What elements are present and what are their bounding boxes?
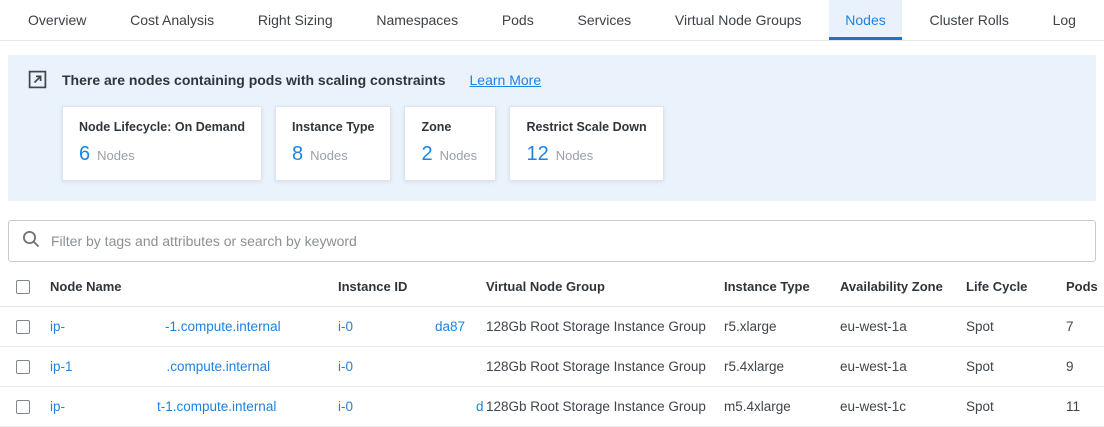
redaction-box [353, 366, 478, 367]
tab-right-sizing[interactable]: Right Sizing [242, 0, 349, 40]
availability-zone-cell: eu-west-1a [840, 319, 966, 334]
life-cycle-cell: Spot [966, 359, 1066, 374]
instance-type-cell: r5.4xlarge [724, 359, 840, 374]
life-cycle-cell: Spot [966, 319, 1066, 334]
card-count: 12 [526, 143, 548, 166]
row-checkbox[interactable] [16, 400, 30, 414]
table-header-row: Node Name Instance ID Virtual Node Group… [0, 267, 1104, 307]
redaction-box [353, 326, 435, 327]
pods-cell: 11 [1066, 399, 1104, 414]
node-name-link[interactable]: ip-1 [50, 359, 73, 374]
banner-message: There are nodes containing pods with sca… [62, 72, 446, 88]
instance-id-link[interactable]: da87 [435, 319, 465, 334]
redaction-box [65, 326, 165, 327]
scaling-constraints-banner: There are nodes containing pods with sca… [8, 55, 1096, 201]
learn-more-link[interactable]: Learn More [470, 72, 542, 88]
header-availability-zone: Availability Zone [840, 279, 966, 294]
node-name-link[interactable]: .compute.internal [167, 359, 271, 374]
instance-id-link[interactable]: i-0 [338, 319, 353, 334]
header-pods: Pods [1066, 279, 1104, 294]
header-node-name: Node Name [50, 279, 338, 294]
instance-type-cell: r5.xlarge [724, 319, 840, 334]
pods-cell: 9 [1066, 359, 1104, 374]
virtual-node-group-cell: 128Gb Root Storage Instance Group [486, 319, 724, 334]
card-unit: Nodes [556, 148, 594, 163]
node-name-link[interactable]: -1.compute.internal [165, 319, 281, 334]
node-name-link[interactable]: ip- [50, 319, 65, 334]
tab-services[interactable]: Services [561, 0, 647, 40]
instance-type-cell: m5.4xlarge [724, 399, 840, 414]
header-life-cycle: Life Cycle [966, 279, 1066, 294]
card-count: 6 [79, 143, 90, 166]
row-checkbox[interactable] [16, 360, 30, 374]
card-unit: Nodes [97, 148, 135, 163]
search-icon [22, 230, 40, 253]
redaction-box [65, 406, 157, 407]
instance-id-link[interactable]: i-0 [338, 359, 353, 374]
tab-pods[interactable]: Pods [486, 0, 550, 40]
card-count: 2 [421, 143, 432, 166]
header-virtual-node-group: Virtual Node Group [486, 279, 724, 294]
tab-overview[interactable]: Overview [12, 0, 102, 40]
scale-out-arrow-icon [28, 70, 47, 89]
virtual-node-group-cell: 128Gb Root Storage Instance Group [486, 359, 724, 374]
table-row: ip- t-1.compute.internal i-0 d 128Gb Roo… [0, 387, 1104, 427]
constraint-cards: Node Lifecycle: On Demand 6 Nodes Instan… [62, 106, 1076, 181]
node-name-link[interactable]: ip- [50, 399, 65, 414]
redaction-box [73, 366, 167, 367]
card-instance-type[interactable]: Instance Type 8 Nodes [275, 106, 391, 181]
tab-nodes[interactable]: Nodes [829, 0, 901, 40]
life-cycle-cell: Spot [966, 399, 1066, 414]
card-unit: Nodes [310, 148, 348, 163]
tab-namespaces[interactable]: Namespaces [360, 0, 474, 40]
card-restrict-scale-down[interactable]: Restrict Scale Down 12 Nodes [509, 106, 663, 181]
nodes-table: Node Name Instance ID Virtual Node Group… [0, 267, 1104, 427]
row-checkbox[interactable] [16, 320, 30, 334]
card-count: 8 [292, 143, 303, 166]
redaction-box [353, 406, 476, 407]
tab-virtual-node-groups[interactable]: Virtual Node Groups [659, 0, 818, 40]
card-label: Zone [421, 120, 479, 134]
virtual-node-group-cell: 128Gb Root Storage Instance Group [486, 399, 724, 414]
card-label: Instance Type [292, 120, 374, 134]
pods-cell: 7 [1066, 319, 1104, 334]
tab-bar: Overview Cost Analysis Right Sizing Name… [0, 0, 1104, 41]
search-input[interactable] [51, 233, 1082, 249]
card-zone[interactable]: Zone 2 Nodes [404, 106, 496, 181]
tab-cost-analysis[interactable]: Cost Analysis [114, 0, 230, 40]
header-instance-id: Instance ID [338, 279, 486, 294]
card-node-lifecycle-on-demand[interactable]: Node Lifecycle: On Demand 6 Nodes [62, 106, 262, 181]
availability-zone-cell: eu-west-1c [840, 399, 966, 414]
header-instance-type: Instance Type [724, 279, 840, 294]
table-row: ip-1 .compute.internal i-0 128Gb Root St… [0, 347, 1104, 387]
tab-cluster-rolls[interactable]: Cluster Rolls [913, 0, 1024, 40]
card-unit: Nodes [440, 148, 478, 163]
table-row: ip- -1.compute.internal i-0 da87 128Gb R… [0, 307, 1104, 347]
instance-id-link[interactable]: i-0 [338, 399, 353, 414]
tab-log[interactable]: Log [1037, 0, 1092, 40]
node-name-link[interactable]: t-1.compute.internal [157, 399, 276, 414]
card-label: Restrict Scale Down [526, 120, 646, 134]
card-label: Node Lifecycle: On Demand [79, 120, 245, 134]
filter-search-bar [8, 220, 1096, 262]
availability-zone-cell: eu-west-1a [840, 359, 966, 374]
select-all-checkbox[interactable] [16, 280, 30, 294]
instance-id-link[interactable]: d [476, 399, 484, 414]
